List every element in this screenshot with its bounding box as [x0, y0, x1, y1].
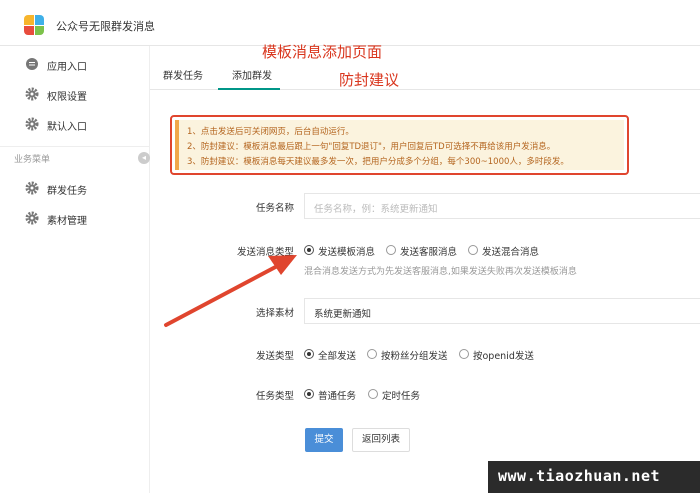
sidebar-item-label: 权限设置: [47, 92, 87, 103]
collapse-icon[interactable]: ◂: [138, 152, 150, 164]
radio-dot: [459, 349, 469, 359]
active-tab-indicator: [218, 88, 280, 90]
message-type-label: 发送消息类型: [236, 247, 294, 258]
sidebar-item-default-entry[interactable]: 默认入口: [0, 110, 150, 138]
sidebar-group-label: 业务菜单: [14, 155, 51, 165]
sidebar-item-mass-tasks[interactable]: 群发任务: [0, 174, 150, 202]
material-value: 系统更新通知: [314, 309, 372, 320]
annotation-title: 模板消息添加页面: [262, 43, 383, 61]
back-to-list-button[interactable]: 返回列表: [352, 428, 410, 452]
sidebar-item-permissions[interactable]: 权限设置: [0, 80, 150, 108]
app-logo-icon: [24, 15, 44, 35]
sidebar: 应用入口 权限设置 默认入口 业务菜单 ◂ 群发任务 素材管理: [0, 46, 150, 493]
gear-icon: [25, 117, 39, 131]
notice-line: 2、防封建议：模板消息最后跟上一句"回复TD退订"，用户回复后TD可选择不再给该…: [187, 142, 556, 152]
radio-dot: [367, 349, 377, 359]
task-type-label: 任务类型: [255, 391, 294, 402]
radio-dot: [368, 389, 378, 399]
radio-label: 发送客服消息: [400, 247, 458, 258]
radio-label: 发送混合消息: [482, 247, 540, 258]
send-type-label: 发送类型: [255, 351, 294, 362]
sidebar-item-label: 素材管理: [47, 216, 87, 227]
chat-icon: [26, 58, 38, 70]
tab-mass-tasks[interactable]: 群发任务: [163, 67, 203, 82]
notice-box: 1、点击发送后可关闭网页，后台自动运行。 2、防封建议：模板消息最后跟上一句"回…: [170, 115, 629, 175]
gear-icon: [25, 181, 39, 195]
task-name-input[interactable]: 任务名称，例：系统更新通知: [304, 193, 700, 219]
sidebar-group-header: 业务菜单 ◂: [0, 146, 150, 168]
radio-label: 按openid发送: [473, 351, 534, 362]
gear-icon: [25, 87, 39, 101]
sidebar-item-label: 默认入口: [47, 122, 87, 133]
watermark: www.tiaozhuan.net: [488, 461, 700, 493]
task-name-placeholder: 任务名称，例：系统更新通知: [314, 204, 438, 215]
sidebar-item-label: 群发任务: [47, 186, 87, 197]
radio-dot: [304, 389, 314, 399]
notice-line: 3、防封建议：模板消息每天建议最多发一次，把用户分成多个分组，每个300~100…: [187, 157, 569, 167]
radio-dot: [304, 349, 314, 359]
sidebar-item-materials[interactable]: 素材管理: [0, 204, 150, 232]
radio-label: 普通任务: [318, 391, 357, 402]
radio-dot: [386, 245, 396, 255]
task-name-label: 任务名称: [255, 203, 294, 214]
tab-bar: 群发任务 添加群发: [150, 56, 700, 90]
notice-line: 1、点击发送后可关闭网页，后台自动运行。: [187, 127, 354, 137]
radio-dot: [468, 245, 478, 255]
gear-icon: [25, 211, 39, 225]
radio-label: 定时任务: [382, 391, 421, 402]
sidebar-item-label: 应用入口: [47, 62, 87, 73]
radio-label: 全部发送: [318, 351, 357, 362]
material-select[interactable]: 系统更新通知: [304, 298, 700, 324]
tab-add-mass[interactable]: 添加群发: [232, 67, 272, 82]
submit-button[interactable]: 提交: [305, 428, 343, 452]
radio-label: 发送模板消息: [318, 247, 376, 258]
sidebar-item-app-entry[interactable]: 应用入口: [0, 50, 150, 78]
notice-content: 1、点击发送后可关闭网页，后台自动运行。 2、防封建议：模板消息最后跟上一句"回…: [175, 120, 624, 170]
radio-dot: [304, 245, 314, 255]
annotation-advice: 防封建议: [339, 71, 400, 89]
app-title: 公众号无限群发消息: [56, 20, 155, 33]
material-label: 选择素材: [255, 308, 294, 319]
radio-label: 按粉丝分组发送: [381, 351, 448, 362]
message-type-hint: 混合消息发送方式为先发送客服消息,如果发送失败再次发送模板消息: [304, 267, 577, 277]
watermark-text: www.tiaozhuan.net: [498, 467, 661, 485]
top-bar: 公众号无限群发消息: [0, 0, 700, 46]
